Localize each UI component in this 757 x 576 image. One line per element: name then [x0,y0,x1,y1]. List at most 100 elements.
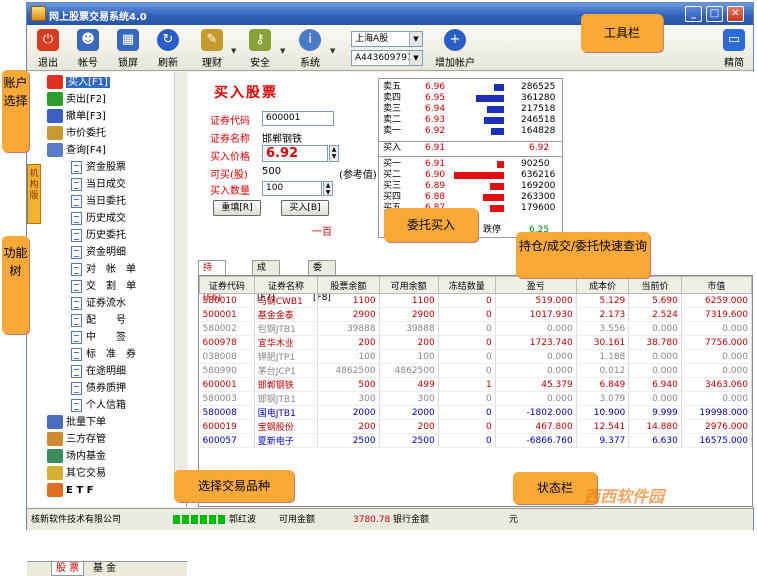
tree-sub-item[interactable]: 证券流水 [71,295,126,312]
maximize-button[interactable]: □ [706,6,723,22]
compact-label: 精简 [724,58,744,69]
tree-item-etf[interactable]: E T F [47,482,93,499]
quote-level: 买二 [383,170,402,180]
tree-sub-item[interactable]: 交 割 单 [71,278,136,295]
tree-sub-item[interactable]: 在途明细 [71,363,126,380]
table-row[interactable]: 580003 邯钢JTB1 300 300 0 0.000 3.079 0.000 0.000 [199,391,753,406]
column-header[interactable]: 股票余额 [317,276,380,294]
quote-volume: 164828 [521,126,556,136]
tree-sub-item[interactable]: 历史委托 [71,227,126,244]
table-row[interactable]: 580990 茅台JCP1 4862500 4862500 0 0.000 0.012 0.0… [199,363,753,378]
table-cell: 0 [438,405,496,420]
tree-sub-label: 历史委托 [86,230,126,241]
column-header[interactable]: 市值 [680,276,753,294]
exit-button[interactable]: ⏻ 退出 [31,29,65,69]
tree-sub-item[interactable]: 资金明细 [71,244,126,261]
table-row[interactable]: 580010 马钢CWB1 1100 1100 0 519.000 5.129 5.690 62… [199,293,753,308]
column-header[interactable]: 盈亏 [494,276,577,294]
tree-item-other[interactable]: 其它交易 [47,465,106,482]
table-row[interactable]: 580002 包钢JTB1 39888 39888 0 0.000 3.556 0.000 0.… [199,321,753,336]
table-cell: 2.173 [576,307,630,322]
column-header[interactable]: 冻结数量 [437,276,496,294]
tab-fund[interactable]: 基 金 [89,562,120,576]
table-row[interactable]: 038008 钾肥JTP1 100 100 0 0.000 1.188 0.000 0.000 [199,349,753,364]
close-button[interactable]: ✕ [727,6,744,22]
tree-item-sell[interactable]: 卖出[F2] [47,91,106,108]
refresh-button[interactable]: ↻ 刷新 [151,29,185,69]
institution-side-tab[interactable]: 机构版 [27,164,41,224]
tree-scrollbar[interactable] [174,72,187,492]
tab-stock[interactable]: 股 票 [51,562,85,576]
system-button[interactable]: i 系统 [293,29,327,69]
tab-positions[interactable]: 持仓 [F6] [198,260,226,303]
account-select[interactable]: A443609791 ▼ [351,50,423,66]
security-dropdown-icon[interactable]: ▼ [280,47,285,55]
reset-button[interactable]: 重填[R] [213,200,261,216]
tab-orders[interactable]: 委托 [F8] [308,260,336,303]
tree-sub-item[interactable]: 当日成交 [71,176,126,193]
table-cell: 9.999 [628,405,682,420]
tree-item-cancel[interactable]: 撤单[F3] [47,108,106,125]
compact-button[interactable]: ▭ 精简 [717,29,751,69]
tree-item-query[interactable]: 查询[F4] [47,142,106,159]
lock-button[interactable]: ▦ 锁屏 [111,29,145,69]
finance-button[interactable]: ✎ 理财 [195,29,229,69]
qty-spinner[interactable]: ▲ ▼ [323,181,333,196]
account-button[interactable]: ☻ 帐号 [71,29,105,69]
table-row[interactable]: 600057 夏新电子 2500 2500 0 -6866.760 9.377 6.630 16… [199,433,753,448]
buy-order-form: 买入股票 证券代码 600001 证券名称 邯郸钢铁 买入价格 6.92 ▲ ▼ … [198,78,388,238]
tree-item-market-order[interactable]: 市价委托 [47,125,106,142]
tree-sub-item[interactable]: 中 签 [71,329,126,346]
key-icon: ⚷ [249,29,271,51]
qty-label: 买入数量 [210,186,250,197]
tree-sub-item[interactable]: 当日委托 [71,193,126,210]
column-header[interactable]: 证券名称 [253,276,319,294]
qty-input[interactable]: 100 [262,181,322,196]
quote-volume: 217518 [521,104,556,114]
code-input[interactable]: 600001 [262,111,334,126]
column-header[interactable]: 可用余额 [378,276,439,294]
column-header[interactable]: 当前价 [628,276,682,294]
tree-sub-item[interactable]: 配 号 [71,312,126,329]
quote-divider [379,156,562,157]
table-row[interactable]: 600001 邯郸钢铁 500 499 1 45.379 6.849 6.940 3463.06… [199,377,753,392]
table-cell: 国电JTB1 [254,405,319,420]
limit-label: 跌停 [483,225,502,235]
table-row[interactable]: 500001 基金金泰 2900 2900 0 1017.930 2.173 2.524 731… [199,307,753,322]
table-cell: 2000 [379,405,439,420]
quote-level: 买三 [383,181,402,191]
side-tab-label: 机构版 [29,169,39,201]
column-header[interactable]: 成本价 [575,276,630,294]
system-dropdown-icon[interactable]: ▼ [330,47,335,55]
price-input[interactable]: 6.92 [262,145,328,162]
quote-level: 卖三 [383,104,402,114]
tree-sub-item[interactable]: 历史成交 [71,210,126,227]
tree-sub-item[interactable]: 对 帐 单 [71,261,136,278]
tab-trades[interactable]: 成交 [F7] [252,260,280,303]
tree-sub-item[interactable]: 债券质押 [71,380,126,397]
table-row[interactable]: 600019 宝钢股份 200 200 0 467.800 12.541 14.880 2976… [199,419,753,434]
tree-item-buy[interactable]: 买入[F1] [47,74,110,91]
security-button[interactable]: ⚷ 安全 [243,29,277,69]
buy-button[interactable]: 买入[B] [281,200,329,216]
table-row[interactable]: 600978 宜华木业 200 200 0 1723.740 30.161 38.780 775… [199,335,753,350]
tree-item-fund[interactable]: 场内基金 [47,448,106,465]
finance-dropdown-icon[interactable]: ▼ [231,47,236,55]
batch-order-icon [47,415,63,429]
table-cell: 2900 [379,307,439,322]
add-account-button[interactable]: + 增加帐户 [431,29,479,69]
table-cell: 580002 [199,321,255,336]
tree-item-custody[interactable]: 三方存管 [47,431,106,448]
avail-funds-label: 可用金额 [279,515,316,525]
table-row[interactable]: 580008 国电JTB1 2000 2000 0 -1802.000 10.900 9.99… [199,405,753,420]
market-select[interactable]: 上海A股 ▼ [351,31,423,47]
column-header[interactable]: 证券代码 [199,276,255,294]
price-spinner[interactable]: ▲ ▼ [329,145,339,162]
minimize-button[interactable]: _ [685,6,702,22]
document-icon [71,381,82,395]
table-cell: 0.000 [681,391,753,406]
tree-sub-item[interactable]: 个人信箱 [71,397,126,414]
tree-item-batch[interactable]: 批量下单 [47,414,106,431]
tree-sub-item[interactable]: 标 准 券 [71,346,136,363]
tree-sub-item[interactable]: 资金股票 [71,159,126,176]
